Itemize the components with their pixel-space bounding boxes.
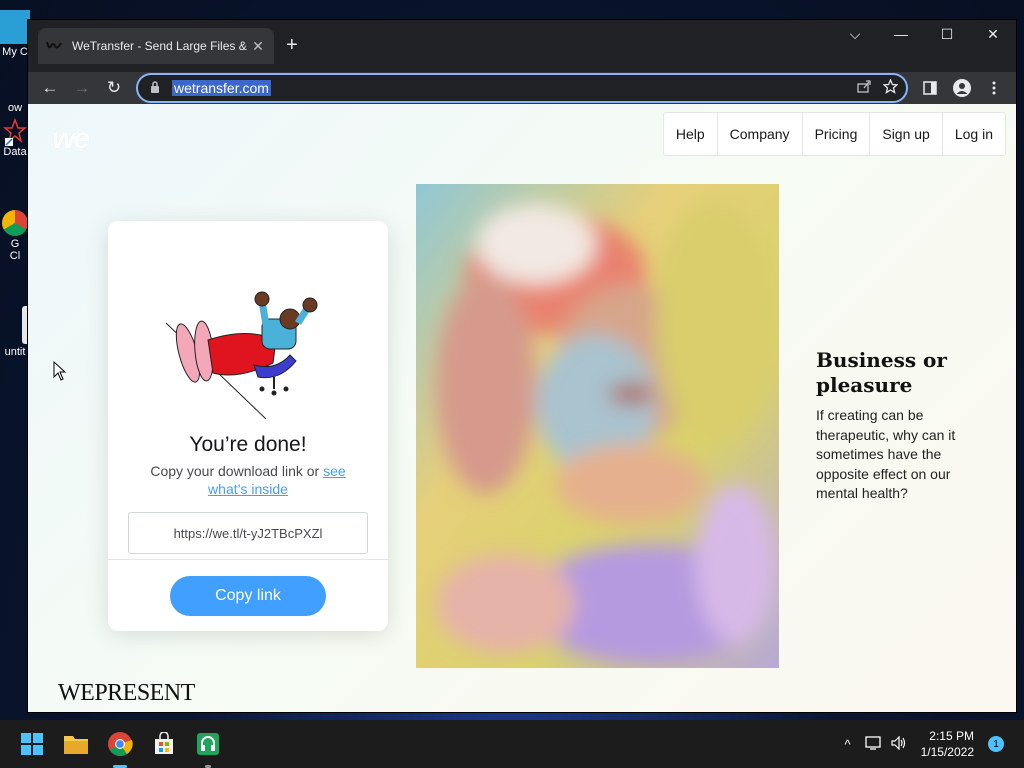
- database-icon: [2, 117, 28, 146]
- headset-app-icon[interactable]: [194, 730, 222, 758]
- bookmark-star-icon[interactable]: [882, 78, 899, 97]
- lock-icon: [150, 80, 162, 96]
- desktop-icon-label: Cl: [9, 250, 21, 262]
- profile-icon[interactable]: [946, 74, 978, 102]
- windows-start-icon[interactable]: [18, 730, 46, 758]
- volume-icon[interactable]: [891, 735, 907, 753]
- clock-time: 2:15 PM: [929, 729, 974, 743]
- clock-date: 1/15/2022: [920, 745, 974, 759]
- nav-log-in[interactable]: Log in: [941, 113, 1005, 155]
- wetransfer-favicon-icon: [46, 40, 62, 52]
- desktop-icon-label: My C: [2, 46, 28, 58]
- promo-body: If creating can be therapeutic, why can …: [816, 407, 956, 501]
- desktop-icon-label: untit: [4, 346, 26, 358]
- menu-kebab-icon[interactable]: [978, 74, 1010, 102]
- chrome-taskbar-icon[interactable]: [106, 730, 134, 758]
- nav-help[interactable]: Help: [664, 113, 717, 155]
- minimize-button[interactable]: —: [886, 26, 916, 42]
- reload-button[interactable]: ↻: [98, 74, 130, 102]
- tab-title: WeTransfer - Send Large Files & S: [72, 39, 250, 53]
- network-icon[interactable]: [864, 735, 883, 754]
- wepresent-logo[interactable]: WEPRESENT: [58, 680, 195, 707]
- tab-wetransfer[interactable]: WeTransfer - Send Large Files & S ✕: [38, 28, 274, 64]
- desktop-icon-chrome[interactable]: G Cl: [0, 210, 30, 262]
- top-navigation: Help Company Pricing Sign up Log in: [662, 112, 1006, 156]
- back-button[interactable]: ←: [34, 74, 66, 102]
- desktop-icon-untitled[interactable]: untit: [0, 306, 30, 358]
- nav-company[interactable]: Company: [716, 113, 802, 155]
- tray-overflow-chevron-icon[interactable]: ^: [845, 737, 851, 752]
- clock[interactable]: 2:15 PM 1/15/2022: [921, 728, 974, 760]
- desktop-icon-label: ow: [7, 102, 23, 114]
- tab-search-icon[interactable]: ⌵: [840, 26, 870, 43]
- desktop-icon-data[interactable]: Data: [0, 117, 30, 158]
- desktop-icon-my-computer[interactable]: My C: [0, 10, 30, 58]
- nav-sign-up[interactable]: Sign up: [869, 113, 941, 155]
- card-title: You’re done!: [189, 433, 307, 456]
- side-panel-icon[interactable]: [914, 74, 946, 102]
- nav-pricing[interactable]: Pricing: [801, 113, 870, 155]
- forward-button[interactable]: →: [66, 74, 98, 102]
- promo-block[interactable]: Business or pleasure If creating can be …: [816, 348, 976, 504]
- promo-title: Business or pleasure: [816, 348, 947, 397]
- wetransfer-logo[interactable]: we: [52, 122, 90, 156]
- tab-close-icon[interactable]: ✕: [250, 38, 266, 55]
- browser-toolbar: ← → ↻ wetransfer.com: [28, 72, 1016, 104]
- notification-badge[interactable]: 1: [988, 736, 1004, 752]
- chrome-icon: [2, 210, 28, 236]
- taskbar: ^ 2:15 PM 1/15/2022 1: [0, 720, 1024, 768]
- card-subtitle: Copy your download link or see what’s in…: [138, 462, 358, 498]
- address-url[interactable]: wetransfer.com: [172, 80, 271, 96]
- page-content: we Help Company Pricing Sign up Log in Y…: [28, 104, 1016, 712]
- desktop-icon-label: G: [10, 238, 20, 250]
- store-icon[interactable]: [150, 730, 178, 758]
- share-icon[interactable]: [857, 79, 871, 97]
- file-explorer-icon[interactable]: [62, 730, 90, 758]
- card-divider: [108, 559, 388, 560]
- desktop-icon-label-partial: ow: [0, 102, 30, 114]
- system-tray: ^ 2:15 PM 1/15/2022 1: [845, 720, 1004, 768]
- tab-strip: WeTransfer - Send Large Files & S ✕ + ⌵ …: [28, 20, 1016, 72]
- new-tab-button[interactable]: +: [286, 34, 298, 57]
- maximize-button[interactable]: ☐: [932, 26, 962, 43]
- mouse-cursor-icon: [53, 360, 67, 386]
- celebration-illustration: [158, 285, 338, 425]
- copy-link-button[interactable]: Copy link: [170, 576, 326, 616]
- card-subtitle-text: Copy your download link or: [150, 463, 324, 479]
- desktop-icon-label: Data: [3, 146, 27, 158]
- address-bar[interactable]: wetransfer.com: [136, 73, 908, 103]
- download-link-field[interactable]: https://we.tl/t-yJ2TBcPXZl: [128, 512, 368, 554]
- transfer-complete-card: You’re done! Copy your download link or …: [108, 221, 388, 631]
- wepresent-artwork-image[interactable]: [416, 184, 779, 668]
- computer-icon: [0, 10, 30, 44]
- browser-window: WeTransfer - Send Large Files & S ✕ + ⌵ …: [28, 20, 1016, 712]
- close-window-button[interactable]: ✕: [978, 26, 1008, 43]
